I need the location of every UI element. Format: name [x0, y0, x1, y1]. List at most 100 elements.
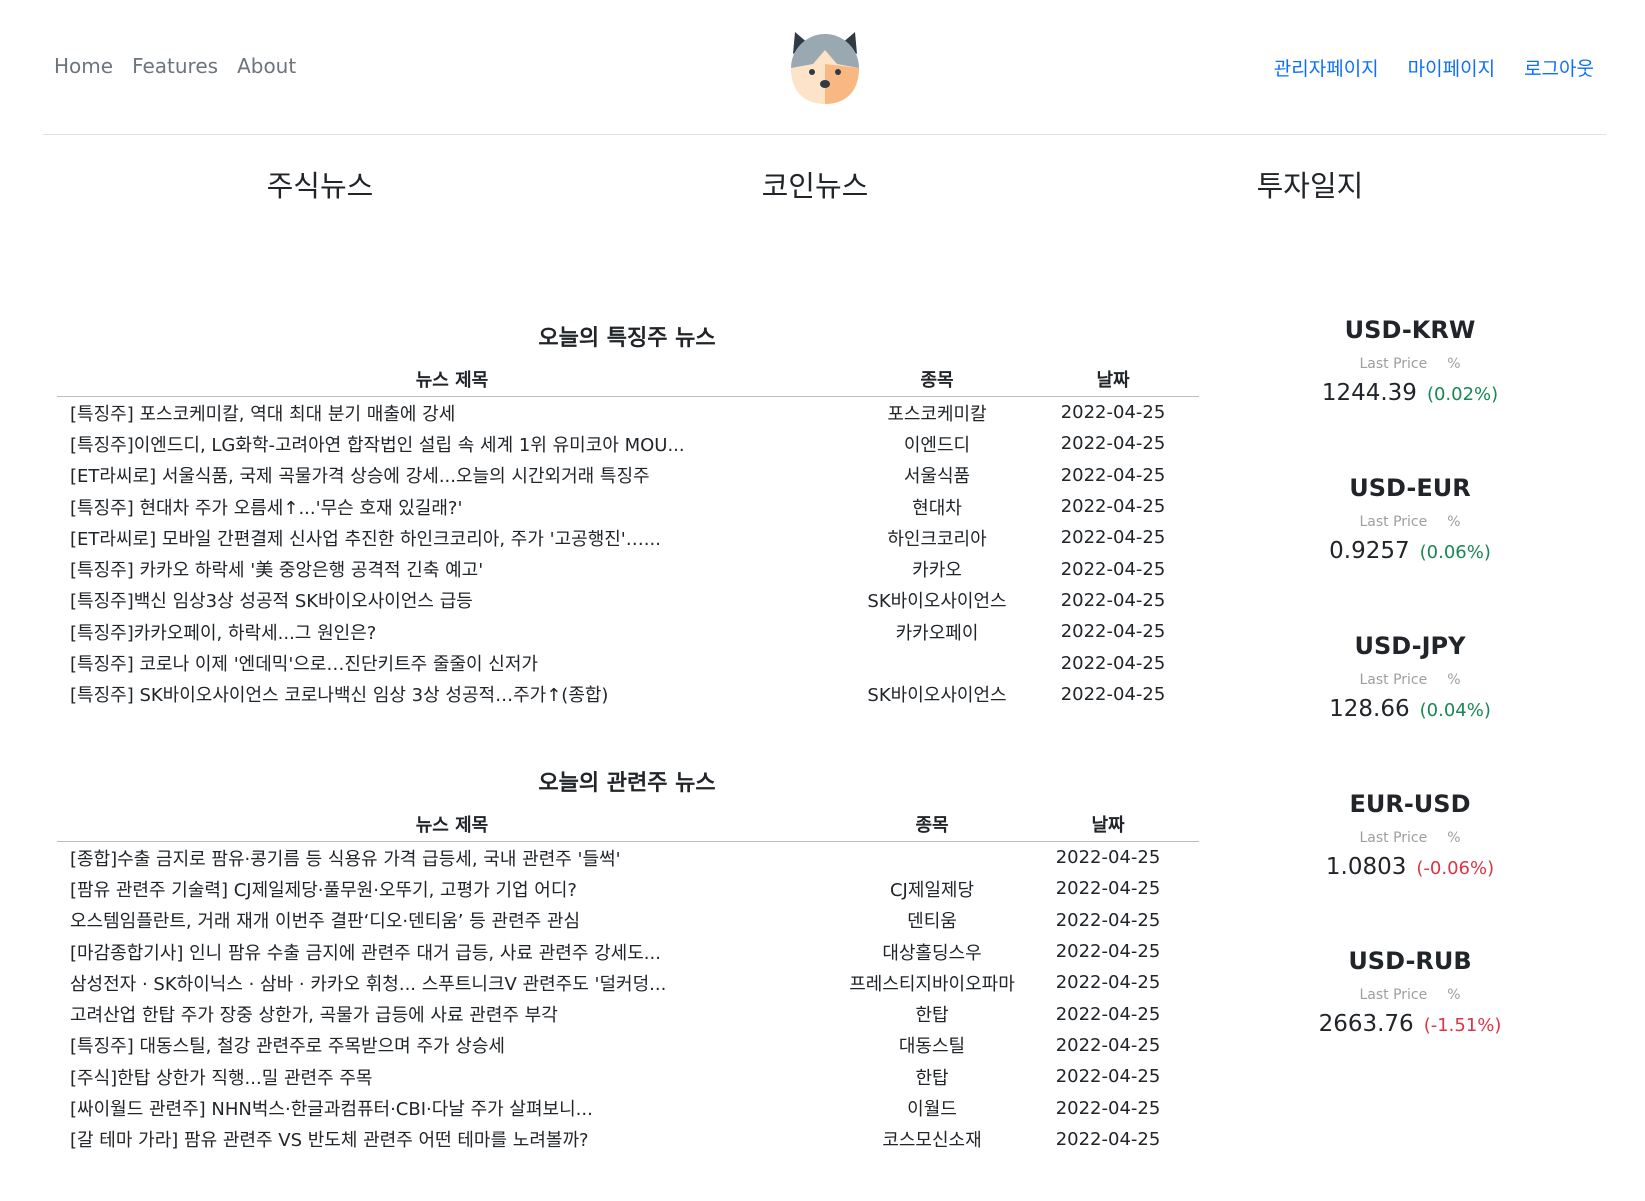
- table-row[interactable]: 고려산업 한탑 주가 장중 상한가, 곡물가 급등에 사료 관련주 부각 한탑 20…: [57, 998, 1199, 1029]
- fx-percent-label: %: [1447, 987, 1461, 1003]
- news-title-link[interactable]: [ET라씨로] 서울식품, 국제 곡물가격 상승에 강세...오늘의 시간외거래…: [57, 460, 847, 491]
- news-title-link[interactable]: [특징주] 대동스틸, 철강 관련주로 주목받으며 주가 상승세: [57, 1030, 847, 1061]
- fx-card: USD-RUB Last Price% 2663.76 (-1.51%): [1300, 947, 1520, 1037]
- table-row[interactable]: [주식]한탑 상한가 직행...밀 관련주 주목 한탑 2022-04-25: [57, 1061, 1199, 1092]
- table-row[interactable]: [특징주]백신 임상3상 성공적 SK바이오사이언스 급등 SK바이오사이언스 20…: [57, 585, 1199, 616]
- news-title-link[interactable]: 삼성전자 · SK하이닉스 · 삼바 · 카카오 휘청... 스푸트니크V 관련…: [57, 967, 847, 998]
- fx-pair: USD-EUR: [1349, 474, 1471, 502]
- news-title-link[interactable]: [싸이월드 관련주] NHN벅스·한글과컴퓨터·CBI·다날 주가 살펴보니..…: [57, 1092, 847, 1123]
- nav-right: 관리자페이지 마이페이지 로그아웃: [1245, 54, 1594, 81]
- fx-price: 1.0803: [1325, 854, 1407, 880]
- news-title-link[interactable]: [마감종합기사] 인니 팜유 수출 금지에 관련주 대거 급등, 사료 관련주 …: [57, 936, 847, 967]
- news-title-link[interactable]: [특징주] 카카오 하락세 '美 중앙은행 공격적 긴축 예고': [57, 553, 847, 584]
- fx-subheader: Last Price%: [1300, 672, 1520, 688]
- table-header-row: 뉴스 제목 종목 날짜: [57, 362, 1199, 397]
- fx-pair: USD-JPY: [1354, 632, 1466, 660]
- news-title-link[interactable]: [특징주] 현대차 주가 오름세↑...'무슨 호재 있길래?': [57, 491, 847, 522]
- column-header-date: 날짜: [1017, 807, 1199, 842]
- fx-price: 0.9257: [1329, 538, 1410, 564]
- featured-news-table: 뉴스 제목 종목 날짜 [특징주] 포스코케미칼, 역대 최대 분기 매출에 강…: [57, 362, 1199, 710]
- news-title-link[interactable]: [주식]한탑 상한가 직행...밀 관련주 주목: [57, 1061, 847, 1092]
- fx-pair: USD-KRW: [1344, 316, 1476, 344]
- fx-value-row: 128.66 (0.04%): [1300, 696, 1520, 722]
- table-row[interactable]: [종합]수출 금지로 팜유·콩기름 등 식용유 가격 급등세, 국내 관련주 '…: [57, 842, 1199, 874]
- news-date: 2022-04-25: [1055, 1066, 1161, 1088]
- news-title-link[interactable]: [특징주]백신 임상3상 성공적 SK바이오사이언스 급등: [57, 585, 847, 616]
- news-date: 2022-04-25: [1055, 1003, 1161, 1025]
- table-row[interactable]: [특징주] SK바이오사이언스 코로나백신 임상 3상 성공적…주가↑(종합) S…: [57, 679, 1199, 710]
- news-title-link[interactable]: [종합]수출 금지로 팜유·콩기름 등 식용유 가격 급등세, 국내 관련주 '…: [57, 842, 847, 874]
- related-news-title: 오늘의 관련주 뉴스: [538, 771, 716, 796]
- news-date: 2022-04-25: [1055, 1097, 1161, 1119]
- fx-price: 1244.39: [1321, 380, 1417, 406]
- fx-change: (0.06%): [1419, 542, 1491, 563]
- logout-link[interactable]: 로그아웃: [1524, 54, 1594, 81]
- table-row[interactable]: [특징주] 현대차 주가 오름세↑...'무슨 호재 있길래?' 현대차 2022-…: [57, 491, 1199, 522]
- table-row[interactable]: [특징주]이엔드디, LG화학-고려아연 합작법인 설립 속 세계 1위 유미코…: [57, 428, 1199, 459]
- news-title-link[interactable]: [특징주] 코로나 이제 '엔데믹'으로…진단키트주 줄줄이 신저가: [57, 647, 847, 678]
- table-row[interactable]: [특징주]카카오페이, 하락세...그 원인은? 카카오페이 2022-04-25: [57, 616, 1199, 647]
- table-row[interactable]: [팜유 관련주 기술력] CJ제일제당·풀무원·오뚜기, 고평가 기업 어디? C…: [57, 873, 1199, 904]
- table-row[interactable]: [특징주] 카카오 하락세 '美 중앙은행 공격적 긴축 예고' 카카오 2022-…: [57, 553, 1199, 584]
- table-row[interactable]: [특징주] 코로나 이제 '엔데믹'으로…진단키트주 줄줄이 신저가 2022-0…: [57, 647, 1199, 678]
- news-date: 2022-04-25: [1055, 909, 1161, 931]
- table-row[interactable]: [ET라씨로] 모바일 간편결제 신사업 추진한 하인크코리아, 주가 '고공행…: [57, 522, 1199, 553]
- admin-page-link[interactable]: 관리자페이지: [1274, 54, 1379, 81]
- table-row[interactable]: [싸이월드 관련주] NHN벅스·한글과컴퓨터·CBI·다날 주가 살펴보니..…: [57, 1092, 1199, 1123]
- table-row[interactable]: [특징주] 대동스틸, 철강 관련주로 주목받으며 주가 상승세 대동스틸 2022…: [57, 1030, 1199, 1061]
- related-news-table: 뉴스 제목 종목 날짜 [종합]수출 금지로 팜유·콩기름 등 식용유 가격 급…: [57, 807, 1199, 1155]
- fx-last-price-label: Last Price: [1359, 672, 1428, 688]
- fx-percent-label: %: [1447, 672, 1461, 688]
- fx-percent-label: %: [1447, 514, 1461, 530]
- news-title-link[interactable]: [특징주] SK바이오사이언스 코로나백신 임상 3상 성공적…주가↑(종합): [57, 679, 847, 710]
- stock-name: CJ제일제당: [889, 879, 975, 901]
- husky-logo-icon[interactable]: [785, 24, 865, 108]
- fx-last-price-label: Last Price: [1359, 514, 1428, 530]
- news-date: 2022-04-25: [1060, 683, 1166, 705]
- news-date: 2022-04-25: [1055, 847, 1161, 869]
- fx-value-row: 0.9257 (0.06%): [1300, 538, 1520, 564]
- fx-change: (0.04%): [1419, 700, 1491, 721]
- nav-features-link[interactable]: Features: [132, 54, 218, 78]
- column-header-stock: 종목: [847, 807, 1017, 842]
- fx-last-price-label: Last Price: [1359, 356, 1428, 372]
- nav-about-link[interactable]: About: [237, 54, 296, 78]
- stock-name: 이월드: [907, 1099, 957, 1121]
- news-title-link[interactable]: [팜유 관련주 기술력] CJ제일제당·풀무원·오뚜기, 고평가 기업 어디?: [57, 873, 847, 904]
- news-title-link[interactable]: 오스템임플란트, 거래 재개 이번주 결판‘디오·덴티움’ 등 관련주 관심: [57, 905, 847, 936]
- news-title-link[interactable]: [특징주]카카오페이, 하락세...그 원인은?: [57, 616, 847, 647]
- stock-name: 프레스티지바이오파마: [849, 973, 1015, 995]
- table-row[interactable]: 오스템임플란트, 거래 재개 이번주 결판‘디오·덴티움’ 등 관련주 관심 덴티…: [57, 905, 1199, 936]
- stock-name: 현대차: [912, 497, 962, 519]
- nav-home-link[interactable]: Home: [54, 54, 113, 78]
- fx-card: USD-KRW Last Price% 1244.39 (0.02%): [1300, 316, 1520, 406]
- featured-news-title: 오늘의 특징주 뉴스: [538, 326, 716, 351]
- news-date: 2022-04-25: [1055, 1128, 1161, 1150]
- news-title-link[interactable]: [특징주] 포스코케미칼, 역대 최대 분기 매출에 강세: [57, 397, 847, 429]
- news-title-link[interactable]: [갈 테마 가라] 팜유 관련주 VS 반도체 관련주 어떤 테마를 노려볼까?: [57, 1124, 847, 1155]
- fx-subheader: Last Price%: [1300, 830, 1520, 846]
- tab-coin-news[interactable]: 코인뉴스: [665, 163, 965, 205]
- tab-investment-journal[interactable]: 투자일지: [1160, 163, 1460, 205]
- tab-stock-news[interactable]: 주식뉴스: [170, 163, 470, 205]
- table-row[interactable]: [갈 테마 가라] 팜유 관련주 VS 반도체 관련주 어떤 테마를 노려볼까?…: [57, 1124, 1199, 1155]
- stock-name: 하인크코리아: [887, 528, 987, 550]
- fx-price: 128.66: [1329, 696, 1410, 722]
- fx-card: USD-EUR Last Price% 0.9257 (0.06%): [1300, 474, 1520, 564]
- news-date: 2022-04-25: [1055, 941, 1161, 963]
- news-title-link[interactable]: 고려산업 한탑 주가 장중 상한가, 곡물가 급등에 사료 관련주 부각: [57, 998, 847, 1029]
- table-row[interactable]: [특징주] 포스코케미칼, 역대 최대 분기 매출에 강세 포스코케미칼 2022-…: [57, 397, 1199, 429]
- news-date: 2022-04-25: [1055, 972, 1161, 994]
- table-row[interactable]: 삼성전자 · SK하이닉스 · 삼바 · 카카오 휘청... 스푸트니크V 관련…: [57, 967, 1199, 998]
- fx-change: (-0.06%): [1416, 858, 1495, 879]
- my-page-link[interactable]: 마이페이지: [1408, 54, 1495, 81]
- table-row[interactable]: [ET라씨로] 서울식품, 국제 곡물가격 상승에 강세...오늘의 시간외거래…: [57, 460, 1199, 491]
- news-title-link[interactable]: [특징주]이엔드디, LG화학-고려아연 합작법인 설립 속 세계 1위 유미코…: [57, 428, 847, 459]
- stock-name: 카카오: [912, 560, 962, 582]
- stock-name: [847, 647, 1027, 678]
- fx-percent-label: %: [1447, 356, 1461, 372]
- fx-value-row: 1244.39 (0.02%): [1300, 380, 1520, 406]
- news-title-link[interactable]: [ET라씨로] 모바일 간편결제 신사업 추진한 하인크코리아, 주가 '고공행…: [57, 522, 847, 553]
- stock-name: 이엔드디: [903, 434, 971, 456]
- table-row[interactable]: [마감종합기사] 인니 팜유 수출 금지에 관련주 대거 급등, 사료 관련주 …: [57, 936, 1199, 967]
